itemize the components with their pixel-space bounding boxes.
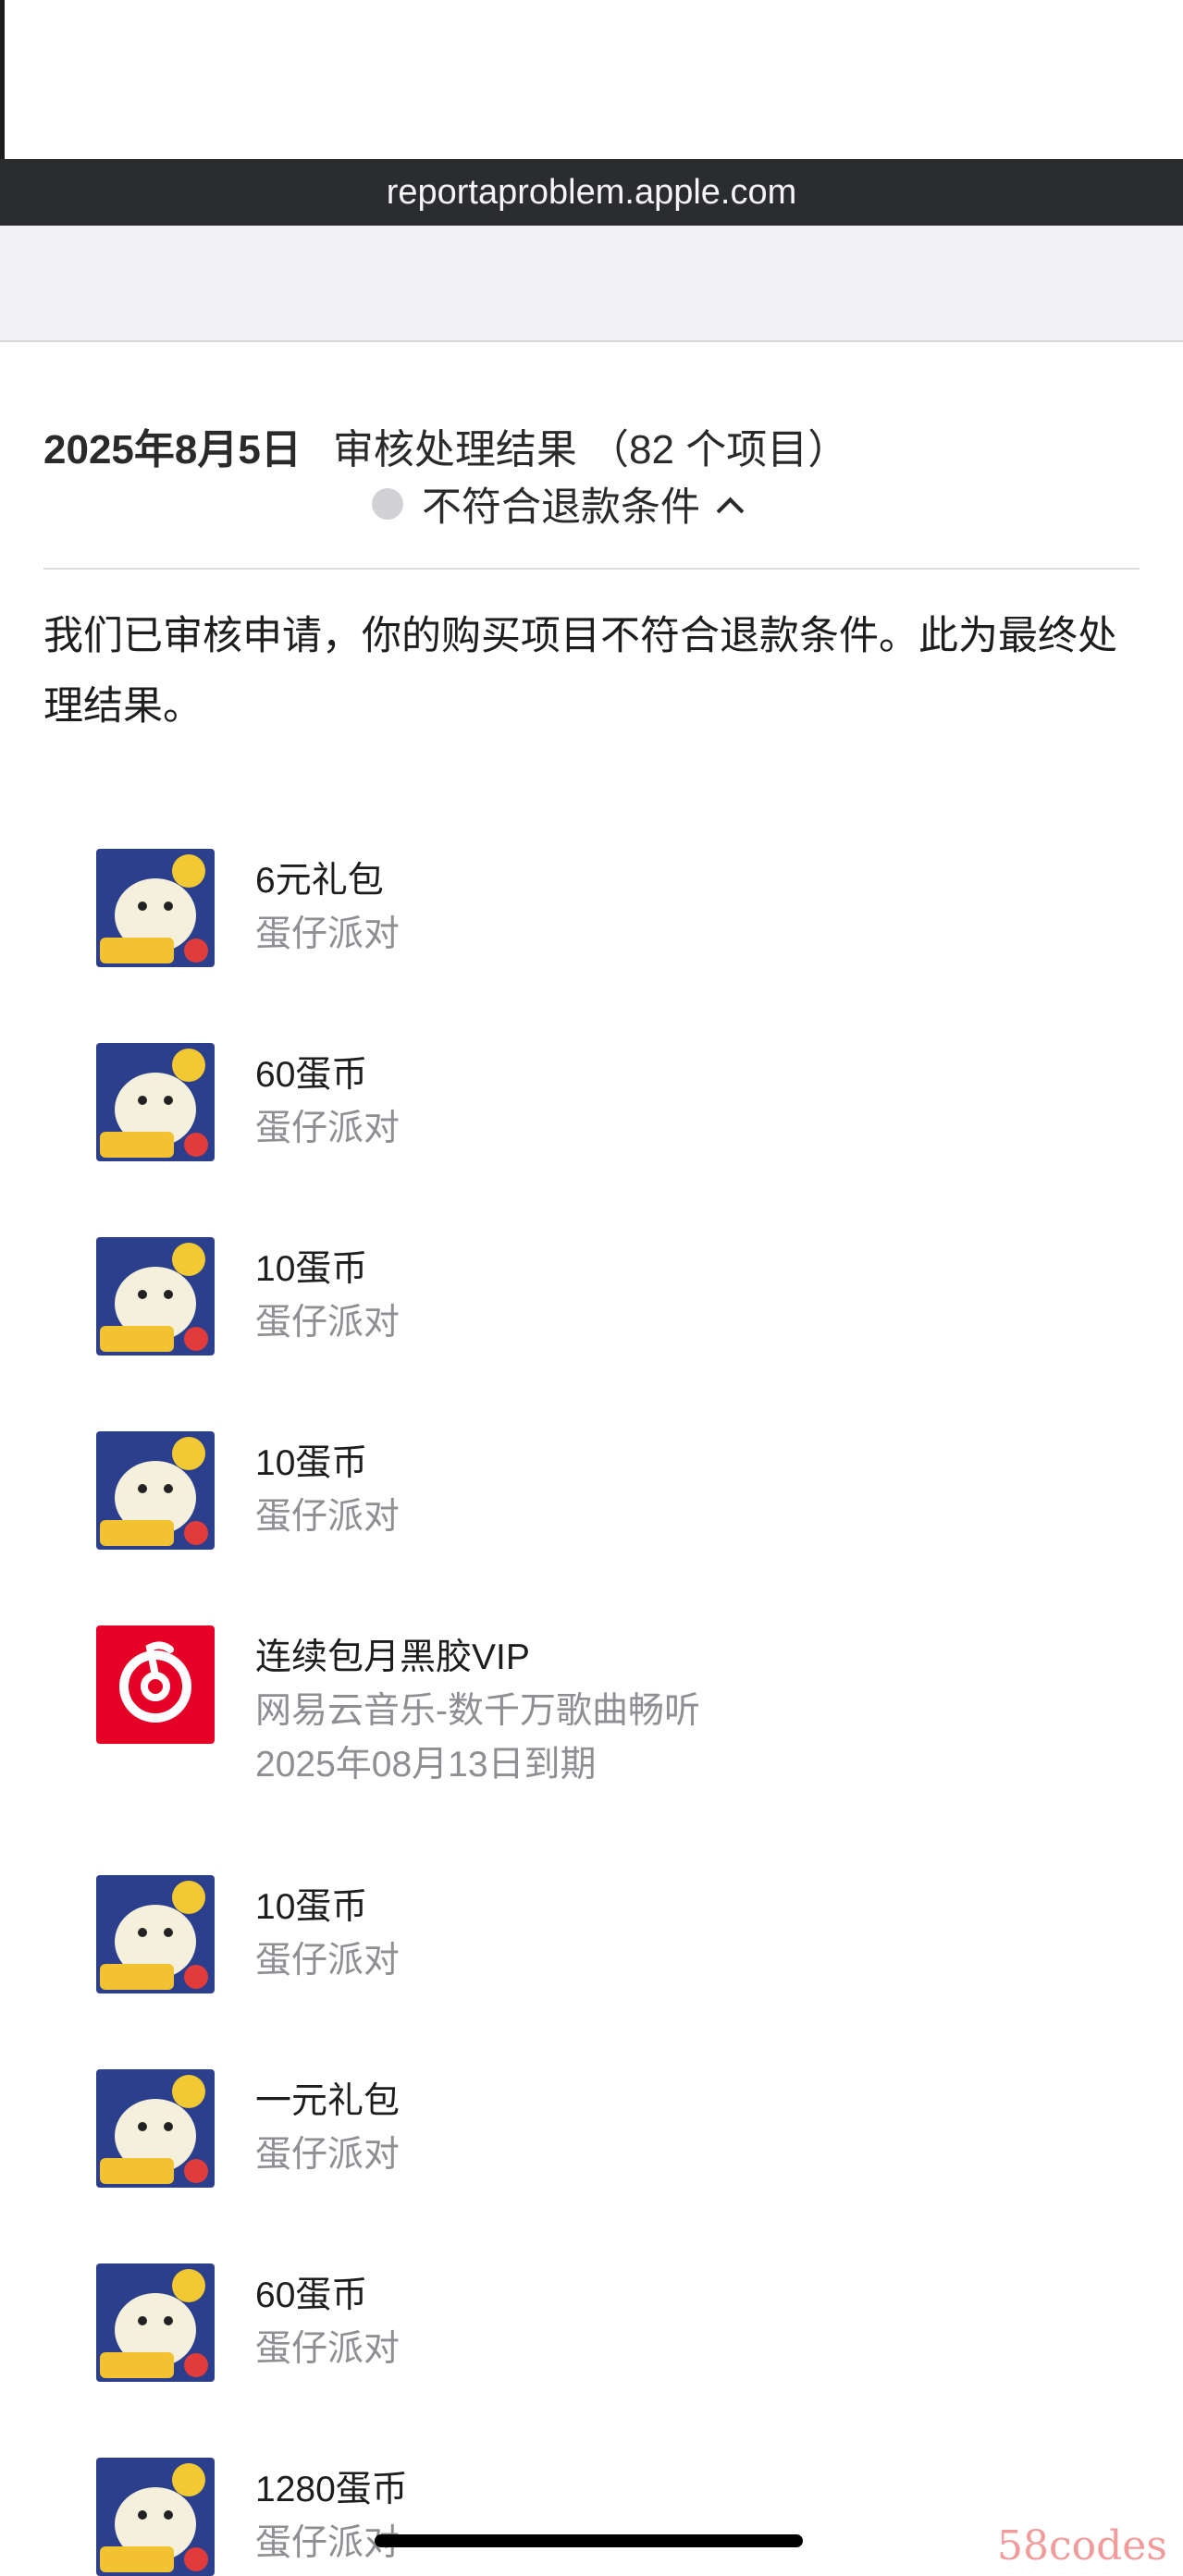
url-bar[interactable]: reportaproblem.apple.com (0, 159, 1183, 226)
report-header: 2025年8月5日 审核处理结果 （82 个项目） (43, 418, 1140, 473)
item-name: 一元礼包 (255, 2081, 400, 2121)
item-text: 1280蛋币 蛋仔派对 (255, 2463, 408, 2570)
url-text: reportaproblem.apple.com (386, 172, 797, 212)
item-text: 60蛋币 蛋仔派对 (255, 1049, 400, 1156)
watermark: 58codes (997, 2522, 1167, 2570)
item-text: 一元礼包 蛋仔派对 (255, 2075, 400, 2182)
eggy-party-app-icon (96, 2458, 215, 2576)
status-dot-icon (372, 488, 403, 520)
item-expiry: 2025年08月13日到期 (255, 1745, 597, 1785)
review-message: 我们已审核申请，你的购买项目不符合退款条件。此为最终处理结果。 (43, 614, 1117, 729)
item-text: 10蛋币 蛋仔派对 (255, 1437, 400, 1544)
item-app: 蛋仔派对 (255, 1941, 400, 1981)
netease-music-app-icon (96, 1625, 215, 1744)
divider (43, 568, 1140, 570)
toolbar-area (0, 226, 1183, 342)
home-indicator[interactable] (375, 2534, 803, 2547)
item-app: 蛋仔派对 (255, 1109, 400, 1148)
report-date: 2025年8月5日 (43, 427, 302, 472)
item-text: 6元礼包 蛋仔派对 (255, 854, 400, 962)
item-app: 网易云音乐-数千万歌曲畅听 (255, 1691, 700, 1731)
item-name: 10蛋币 (255, 1887, 368, 1927)
eggy-party-app-icon (96, 2263, 215, 2382)
item-app: 蛋仔派对 (255, 2135, 400, 2175)
item-name: 10蛋币 (255, 1443, 368, 1483)
report-title: 审核处理结果 （82 个项目） (332, 427, 849, 472)
item-app: 蛋仔派对 (255, 1497, 400, 1537)
status-label: 不符合退款条件 (422, 485, 700, 530)
eggy-party-app-icon (96, 1431, 215, 1550)
item-name: 60蛋币 (255, 2275, 368, 2315)
item-app: 蛋仔派对 (255, 914, 400, 954)
chevron-up-icon (716, 497, 745, 524)
status-toggle[interactable]: 不符合退款条件 (372, 476, 745, 532)
eggy-party-app-icon (96, 2069, 215, 2188)
top-blank-area (0, 0, 1183, 159)
eggy-party-app-icon (96, 1237, 215, 1355)
item-text: 10蛋币 蛋仔派对 (255, 1881, 400, 1988)
item-name: 10蛋币 (255, 1249, 368, 1289)
eggy-party-app-icon (96, 849, 215, 967)
item-name: 1280蛋币 (255, 2470, 408, 2509)
item-text: 10蛋币 蛋仔派对 (255, 1243, 400, 1350)
eggy-party-app-icon (96, 1043, 215, 1161)
item-app: 蛋仔派对 (255, 2329, 400, 2369)
item-name: 连续包月黑胶VIP (255, 1638, 530, 1677)
item-text: 60蛋币 蛋仔派对 (255, 2269, 400, 2376)
item-name: 6元礼包 (255, 861, 384, 901)
item-app: 蛋仔派对 (255, 1303, 400, 1343)
item-text: 连续包月黑胶VIP 网易云音乐-数千万歌曲畅听 2025年08月13日到期 (255, 1631, 700, 1792)
eggy-party-app-icon (96, 1875, 215, 1993)
item-name: 60蛋币 (255, 1055, 368, 1095)
